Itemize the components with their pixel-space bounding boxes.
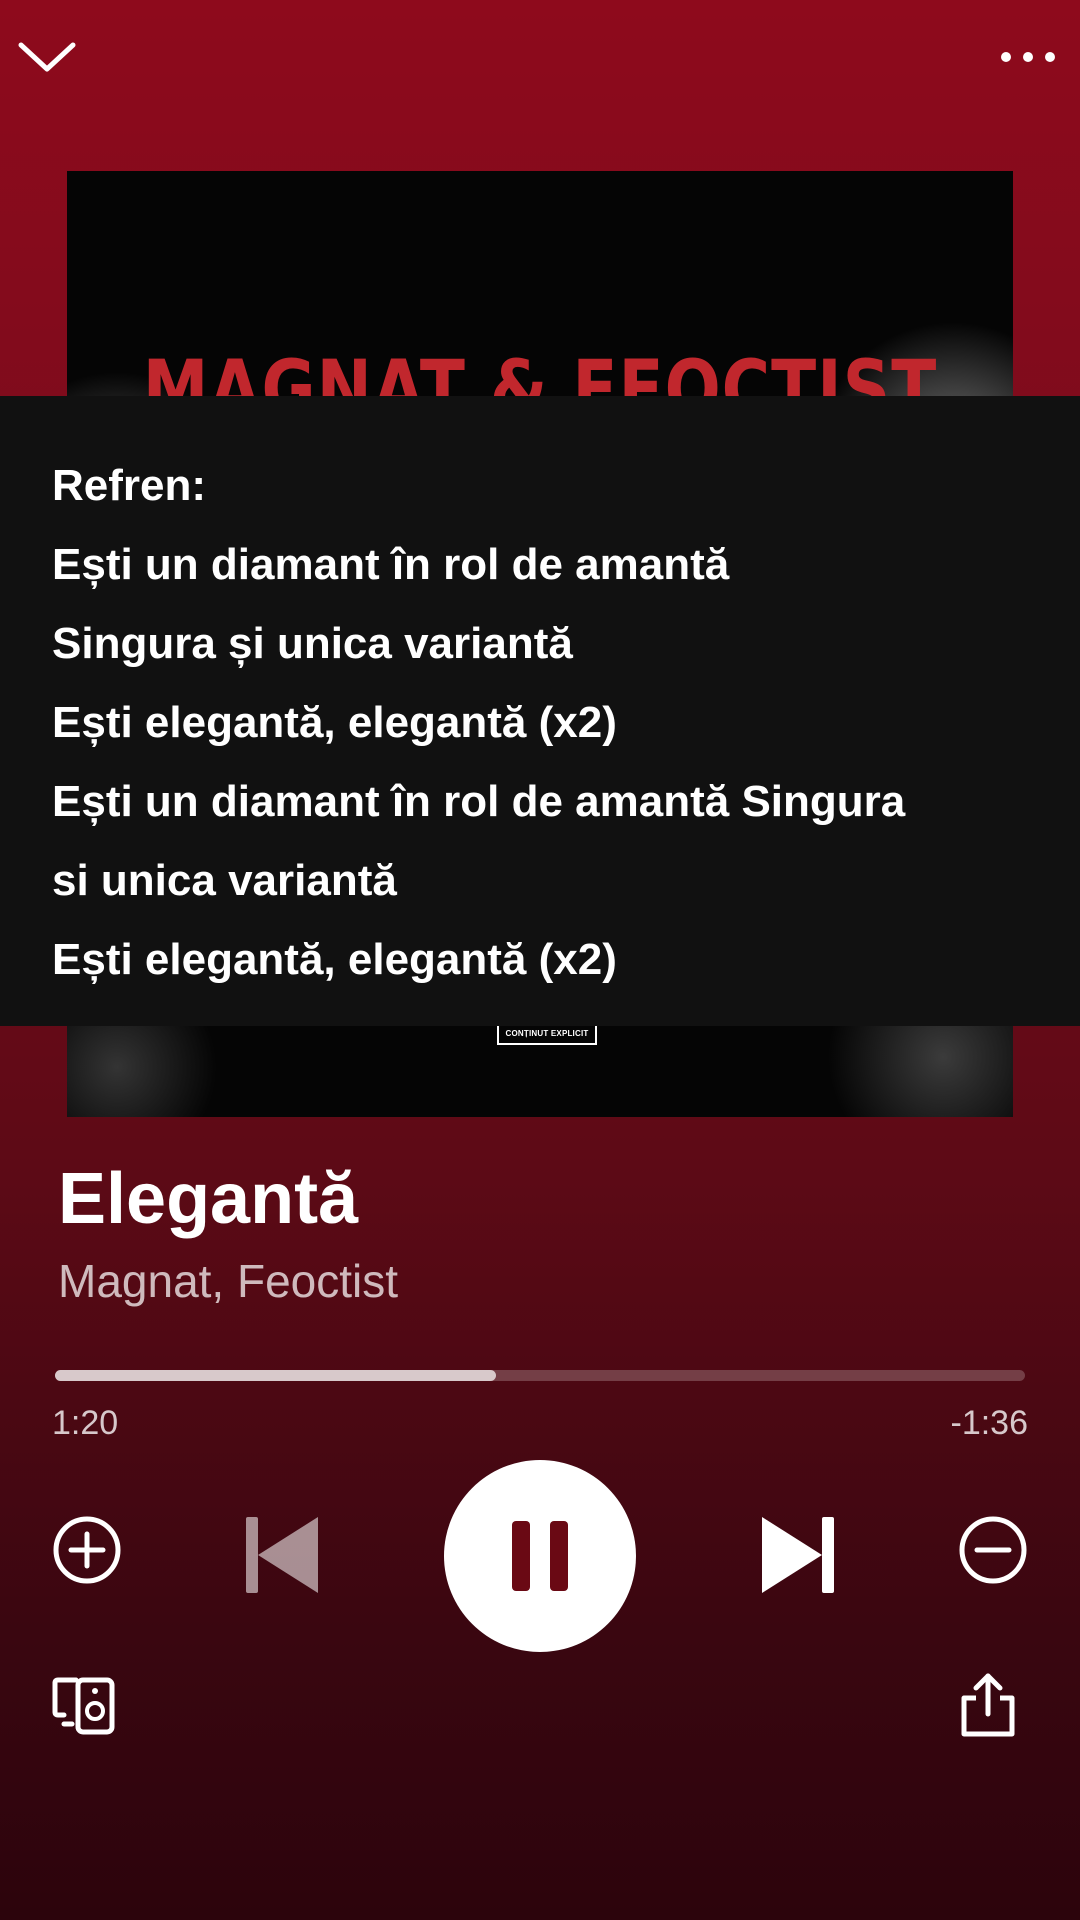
lyric-line: Ești un diamant în rol de amantă Singura (52, 777, 906, 826)
remove-circle-icon (959, 1516, 1027, 1584)
time-remaining: -1:36 (950, 1404, 1029, 1442)
time-elapsed: 1:20 (52, 1404, 119, 1442)
add-circle-icon (53, 1516, 121, 1584)
share-button[interactable] (958, 1670, 1028, 1744)
skip-previous-icon (246, 1517, 318, 1593)
track-title[interactable]: Elegantă (58, 1158, 358, 1240)
lyric-line: Ești elegantă, elegantă (x2) (52, 698, 617, 747)
next-track-button[interactable] (748, 1505, 848, 1605)
track-artists[interactable]: Magnat, Feoctist (58, 1254, 398, 1308)
lyric-line: Ești elegantă, elegantă (x2) (52, 935, 617, 984)
share-icon (961, 1673, 1015, 1737)
add-to-library-button[interactable] (47, 1510, 127, 1590)
lyric-line: si unica variantă (52, 856, 397, 905)
chevron-down-icon[interactable] (12, 22, 82, 92)
pause-icon (512, 1521, 568, 1591)
lyric-line: Refren: (52, 461, 207, 510)
connect-devices-icon (52, 1677, 115, 1735)
connect-devices-button[interactable] (52, 1676, 122, 1742)
more-options-icon[interactable] (988, 22, 1068, 92)
skip-next-icon (762, 1517, 834, 1593)
previous-track-button[interactable] (232, 1505, 332, 1605)
lyric-line: Singura și unica variantă (52, 619, 573, 668)
playback-controls (0, 1460, 1080, 1652)
progress-fill (55, 1370, 497, 1381)
lyric-line: Ești un diamant în rol de amantă (52, 540, 730, 589)
progress-bar[interactable] (55, 1370, 1025, 1381)
lyrics-panel[interactable]: Refren: Ești un diamant în rol de amantă… (0, 396, 1080, 1026)
top-bar (0, 0, 1080, 120)
pause-button[interactable] (444, 1460, 636, 1652)
remove-button[interactable] (953, 1510, 1033, 1590)
